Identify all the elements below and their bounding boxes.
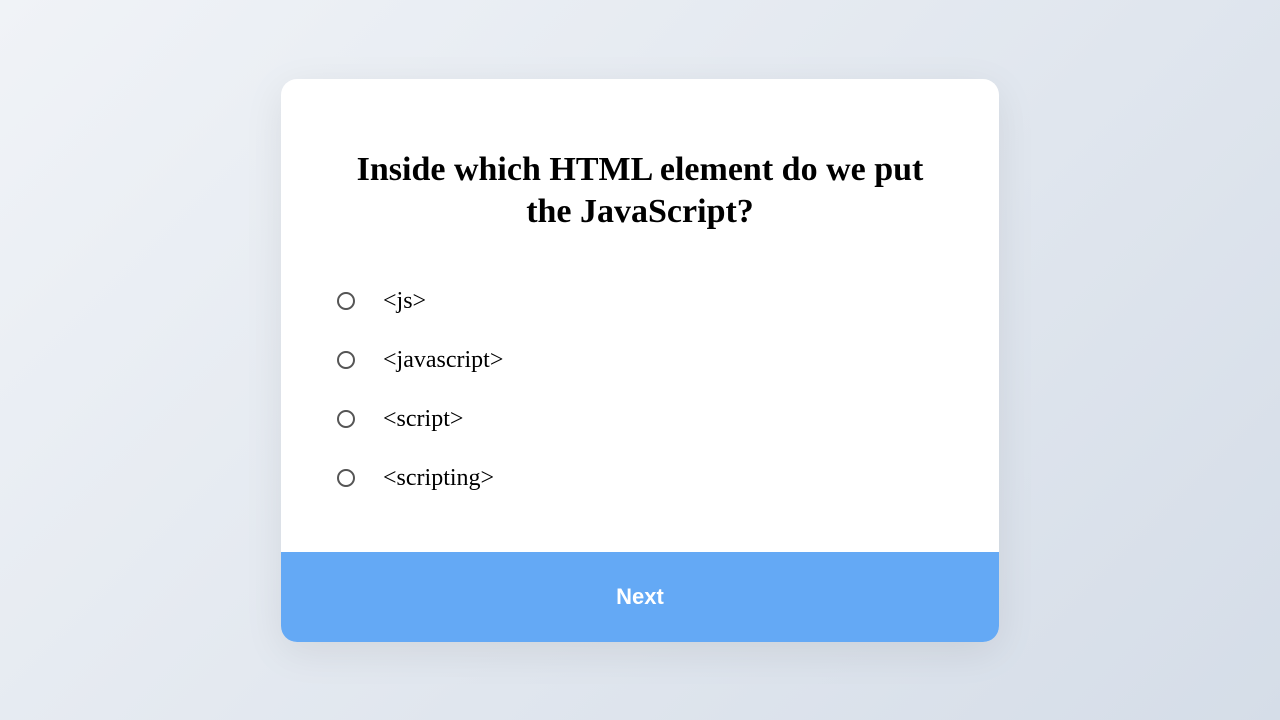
option-label: <javascript> [383, 347, 503, 374]
options-list: <js> <javascript> <script> <scripting> [337, 288, 943, 492]
option-label: <js> [383, 288, 426, 315]
next-button[interactable]: Next [281, 552, 999, 642]
radio-icon [337, 410, 355, 428]
option-javascript[interactable]: <javascript> [337, 347, 943, 374]
option-label: <scripting> [383, 465, 494, 492]
quiz-body: Inside which HTML element do we put the … [281, 79, 999, 552]
option-scripting[interactable]: <scripting> [337, 465, 943, 492]
radio-icon [337, 351, 355, 369]
question-text: Inside which HTML element do we put the … [337, 149, 943, 234]
option-js[interactable]: <js> [337, 288, 943, 315]
quiz-card: Inside which HTML element do we put the … [281, 79, 999, 642]
radio-icon [337, 292, 355, 310]
option-label: <script> [383, 406, 463, 433]
option-script[interactable]: <script> [337, 406, 943, 433]
radio-icon [337, 469, 355, 487]
